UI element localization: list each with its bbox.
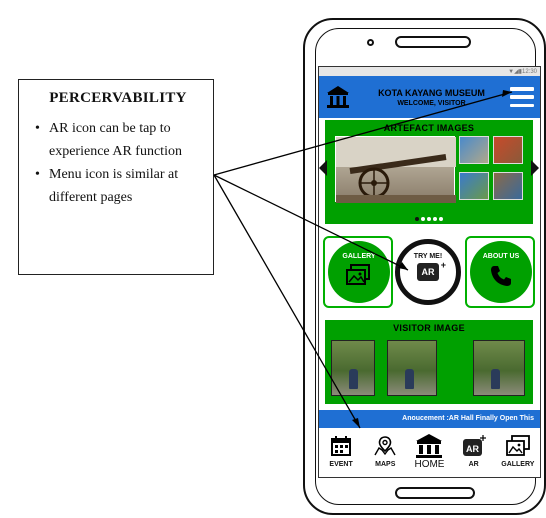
carousel-dot[interactable] <box>433 217 437 221</box>
annotation-bullet: Menu icon is similar at different pages <box>33 163 203 209</box>
gallery-icon <box>505 435 530 456</box>
nav-event[interactable]: EVENT <box>321 433 361 468</box>
annotation-bullet: AR icon can be tap to experience AR func… <box>33 117 203 163</box>
bottom-navigation: EVENT MAPS HOME AR AR GALLERY <box>319 428 540 477</box>
status-bar: ▼◢▮12:30 <box>319 67 540 76</box>
menu-row: GALLERY TRY ME! AR + ABOUT US <box>323 236 535 310</box>
visitor-photo[interactable] <box>473 340 525 396</box>
about-us-tile[interactable]: ABOUT US <box>465 236 535 308</box>
artefact-main-image[interactable] <box>335 136 456 203</box>
try-me-label: TRY ME! <box>413 253 443 260</box>
home-hardware-button[interactable] <box>395 487 475 499</box>
nav-gallery-label: GALLERY <box>501 461 535 468</box>
try-ar-button[interactable]: TRY ME! AR + <box>395 239 461 305</box>
app-header: KOTA KAYANG MUSEUM WELCOME, VISITOR <box>319 76 540 118</box>
artefact-carousel: ARTEFACT IMAGES <box>319 120 539 226</box>
annotation-title: PERCERVABILITY <box>49 90 187 106</box>
carousel-dot[interactable] <box>415 217 419 221</box>
ar-badge-text: AR <box>421 267 435 277</box>
camera-icon <box>367 39 374 46</box>
visitor-photo[interactable] <box>331 340 375 396</box>
artefact-thumbnail[interactable] <box>493 136 523 164</box>
svg-text:AR: AR <box>466 444 479 454</box>
about-us-label: ABOUT US <box>482 253 520 260</box>
artefact-thumbnail[interactable] <box>459 136 489 164</box>
nav-event-label: EVENT <box>329 461 353 468</box>
nav-home[interactable]: HOME <box>409 433 449 470</box>
ar-icon: AR + <box>417 260 446 281</box>
visitor-image-section: VISITOR IMAGE <box>325 320 533 404</box>
main-content: ARTEFACT IMAGES GALLERY TRY ME! AR + ABO… <box>319 118 540 410</box>
nav-maps-label: MAPS <box>375 461 396 468</box>
artefact-title: ARTEFACT IMAGES <box>383 123 475 133</box>
nav-gallery[interactable]: GALLERY <box>498 433 538 468</box>
annotation-box: PERCERVABILITY AR icon can be tap to exp… <box>18 79 214 275</box>
museum-icon <box>416 434 443 458</box>
nav-home-label: HOME <box>414 459 445 470</box>
carousel-dot[interactable] <box>427 217 431 221</box>
calendar-icon <box>331 436 352 456</box>
artefact-thumbnail[interactable] <box>459 172 489 200</box>
gallery-tile[interactable]: GALLERY <box>323 236 393 308</box>
about-circle: ABOUT US <box>470 241 532 303</box>
carousel-dot[interactable] <box>421 217 425 221</box>
carousel-next-icon[interactable] <box>531 160 539 176</box>
app-title: KOTA KAYANG MUSEUM <box>378 87 485 98</box>
gallery-icon <box>346 264 370 285</box>
phone-icon <box>491 266 511 286</box>
carousel-dot[interactable] <box>439 217 443 221</box>
hamburger-menu-icon[interactable] <box>510 87 534 107</box>
announcement-bar: Anoucement :AR Hall Finally Open This <box>319 410 540 428</box>
header-titles: KOTA KAYANG MUSEUM WELCOME, VISITOR <box>359 88 504 107</box>
visitor-photo[interactable] <box>387 340 437 396</box>
ar-icon: AR <box>462 435 486 456</box>
museum-logo-icon[interactable] <box>325 84 351 110</box>
app-subtitle: WELCOME, VISITOR <box>397 99 466 107</box>
gallery-circle: GALLERY <box>328 241 390 303</box>
gallery-tile-label: GALLERY <box>342 253 376 260</box>
nav-maps[interactable]: MAPS <box>365 433 405 468</box>
carousel-indicator <box>325 208 533 226</box>
carousel-prev-icon[interactable] <box>319 160 327 176</box>
nav-ar[interactable]: AR AR <box>454 433 494 468</box>
annotation-list: AR icon can be tap to experience AR func… <box>33 117 203 209</box>
cannon-image <box>336 137 456 203</box>
map-icon <box>374 436 396 456</box>
artefact-thumbnail[interactable] <box>493 172 523 200</box>
status-text: ▼◢▮12:30 <box>508 69 537 75</box>
speaker-grille <box>395 36 471 48</box>
nav-ar-label: AR <box>468 461 479 468</box>
app-screen: ▼◢▮12:30 KOTA KAYANG MUSEUM WELCOME, VIS… <box>318 66 541 478</box>
visitor-title: VISITOR IMAGE <box>393 323 465 333</box>
